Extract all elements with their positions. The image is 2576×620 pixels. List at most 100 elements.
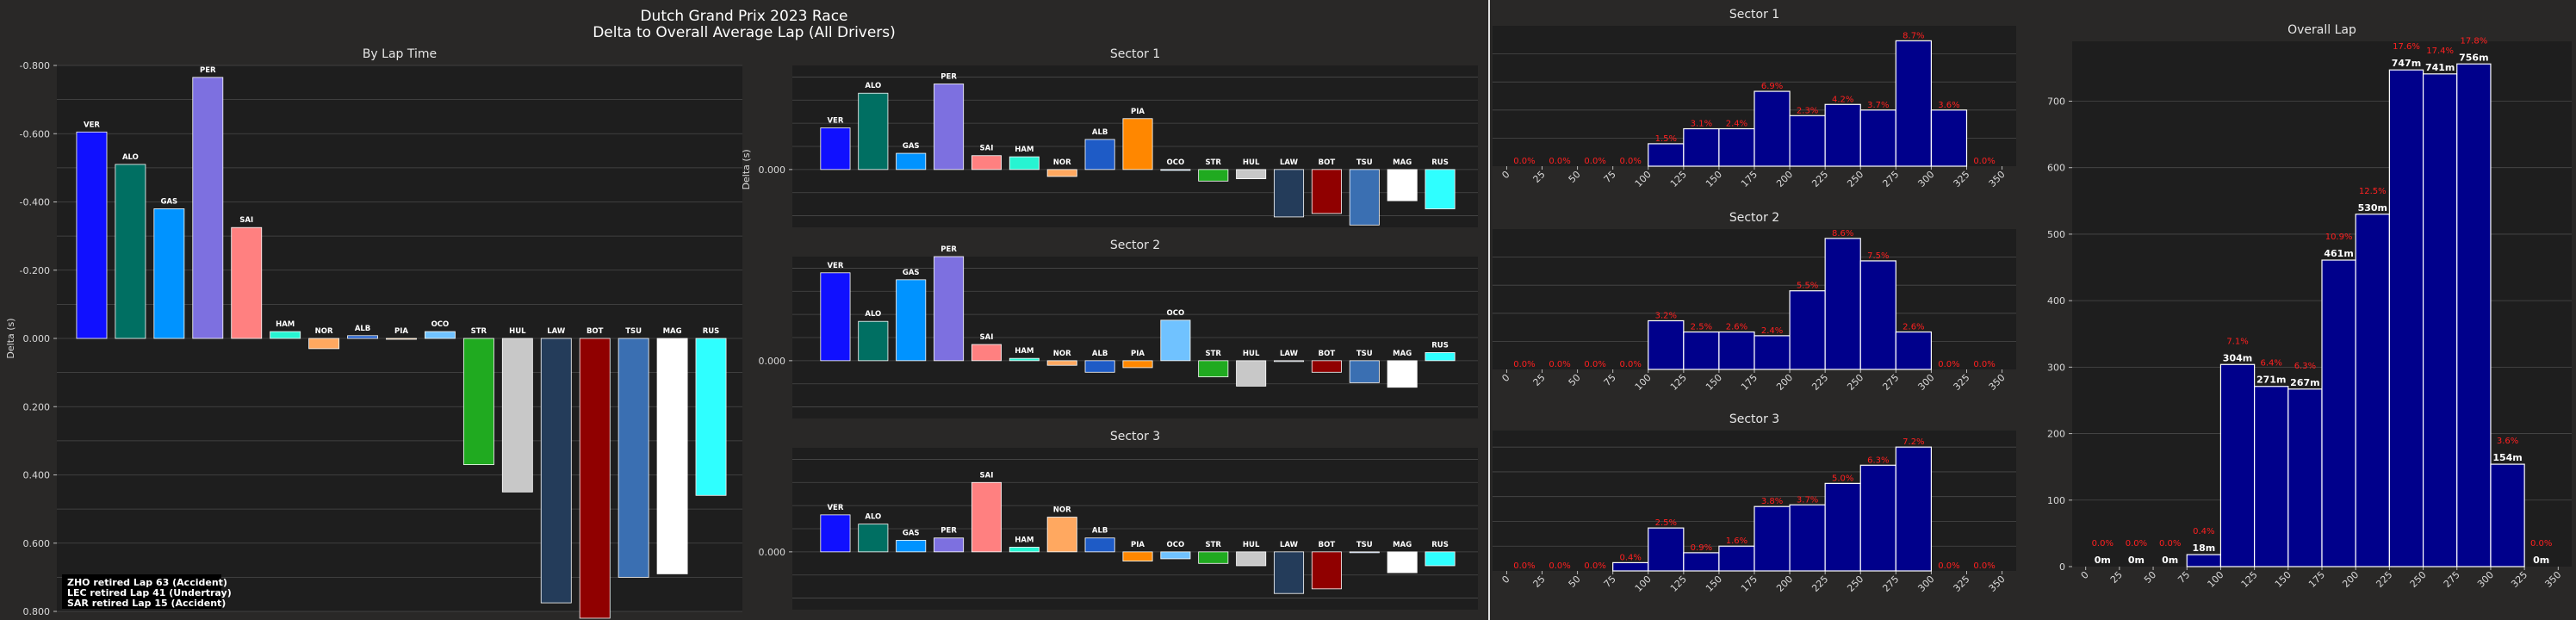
hist-value-label: 154m (2492, 452, 2522, 463)
histogram-sector-2: Sector 2 0 25 50 75 100 125 150 175 200 225 250 275 3… (1493, 211, 2016, 393)
bar-label-alo: ALO (865, 310, 881, 319)
histogram-sector-3: Sector 3 0 25 50 75 100 125 150 175 200 225 250 275 3… (1493, 412, 2016, 594)
pct-label: 0.0% (1513, 360, 1535, 369)
y-tick-label: -0.600 (20, 128, 50, 140)
bar-gas (896, 152, 927, 170)
histogram-sector-1: Sector 1 0 25 50 75 100 125 150 175 200 225 250 275 3… (1493, 8, 2016, 189)
hist-value-label: 741m (2425, 62, 2455, 73)
x-tick-label: 350 (1987, 169, 2008, 189)
pct-label: 3.7% (1797, 495, 1818, 505)
y-tick-label: -0.200 (20, 265, 50, 276)
x-tick-label: 350 (1987, 574, 2008, 594)
hist-bar (2456, 63, 2492, 567)
pct-label: 8.6% (1832, 229, 1853, 239)
x-tick-label: 25 (2108, 569, 2125, 586)
bar-per (934, 256, 965, 362)
hist-bar (1683, 552, 1720, 572)
hist-bar (1895, 40, 1933, 167)
x-tick-label: 350 (1987, 372, 2008, 393)
bar-label-sai: SAI (980, 333, 994, 342)
pct-label: 6.3% (1867, 456, 1889, 465)
bar-rus (695, 338, 727, 496)
y-tick-label: 0.800 (23, 606, 51, 617)
bar-label-ham: HAM (1015, 536, 1034, 544)
bar-law (1274, 169, 1305, 218)
pct-label: 0.0% (1620, 157, 1642, 166)
bar-hul (1236, 169, 1267, 180)
bar-label-mag: MAG (1393, 350, 1412, 358)
bar-pia (386, 338, 417, 340)
bar-nor (1046, 169, 1077, 177)
bar-label-hul: HUL (1243, 541, 1260, 549)
pct-label: 0.0% (1938, 561, 1959, 571)
bar-nor (1046, 517, 1077, 553)
bar-label-alb: ALB (1092, 350, 1108, 358)
hist-bar (2388, 69, 2424, 567)
chart-title: Sector 1 (1729, 8, 1779, 22)
x-tick-label: 0 (1499, 574, 1511, 586)
chart-by-lap-time: -0.800 -0.600 -0.400 -0.200 0.000 0.200 0.400 0… (5, 47, 742, 619)
y-tick-label: 0.000 (759, 356, 786, 367)
y-tick-label: -0.800 (20, 60, 50, 71)
bar-label-str: STR (1206, 158, 1222, 167)
bar-hul (501, 338, 533, 493)
bar-hul (1236, 360, 1267, 387)
pct-label: 0.0% (1938, 360, 1959, 369)
pct-label: 0.0% (1584, 561, 1605, 571)
hist-value-label: 267m (2290, 377, 2319, 388)
pct-label: 0.0% (2159, 539, 2181, 549)
bar-label-ham: HAM (276, 320, 295, 329)
x-tick-label: 75 (1602, 169, 1618, 185)
hist-value-label: 304m (2223, 352, 2252, 363)
bar-sai (971, 155, 1002, 170)
pct-label: 2.6% (1726, 323, 1747, 332)
x-tick-label: 75 (1602, 372, 1618, 388)
x-tick-label: 225 (2374, 569, 2394, 590)
bar-alb (1084, 360, 1115, 373)
bar-ver (820, 272, 851, 362)
x-tick-label: 50 (1567, 169, 1583, 185)
hist-bar (1718, 127, 1755, 167)
y-axis-label: Delta (s) (5, 318, 16, 358)
bar-alb (1084, 537, 1115, 553)
bar-label-alb: ALB (355, 325, 370, 333)
hist-bar (2422, 73, 2458, 567)
bar-label-tsu: TSU (1356, 350, 1373, 358)
x-tick-label: 250 (1845, 169, 1865, 189)
bar-label-nor: NOR (1053, 506, 1071, 515)
pct-label: 1.6% (1726, 536, 1747, 546)
bar-alo (115, 164, 146, 339)
pct-label: 12.5% (2359, 187, 2387, 196)
x-tick-label: 25 (1531, 372, 1548, 388)
pct-label: 0.4% (1620, 553, 1642, 562)
pct-label: 17.4% (2426, 46, 2454, 56)
hist-bar (1859, 464, 1896, 572)
x-tick-label: 50 (2142, 569, 2158, 586)
pct-label: 3.1% (1691, 120, 1712, 129)
x-tick-label: 175 (2306, 569, 2327, 590)
bar-label-bot: BOT (1319, 350, 1336, 358)
bar-sai (231, 226, 263, 339)
pct-label: 1.5% (1655, 134, 1677, 144)
x-tick-label: 300 (2475, 569, 2496, 590)
x-tick-label: 125 (1668, 574, 1689, 594)
pct-label: 0.0% (1549, 360, 1570, 369)
panel-divider (1488, 0, 1490, 620)
bar-ham (1009, 357, 1040, 362)
pct-label: 0.0% (1973, 157, 1995, 166)
bar-label-per: PER (940, 72, 957, 81)
title-line-2: Delta to Overall Average Lap (All Driver… (593, 24, 896, 41)
chart-title: Sector 1 (1110, 47, 1160, 61)
bar-str (1198, 169, 1229, 182)
hist-bar (1824, 238, 1861, 370)
hist-value-label: 0m (2128, 555, 2145, 566)
bar-alb (1084, 139, 1115, 170)
bar-mag (1387, 551, 1418, 574)
x-tick-label: 225 (1809, 169, 1830, 189)
x-tick-label: 25 (1531, 574, 1548, 590)
hist-value-label: 0m (2533, 555, 2549, 566)
bar-bot (1311, 169, 1342, 214)
bar-bot (579, 338, 611, 619)
pct-label: 2.5% (1691, 323, 1712, 332)
bar-oco (1160, 551, 1191, 560)
